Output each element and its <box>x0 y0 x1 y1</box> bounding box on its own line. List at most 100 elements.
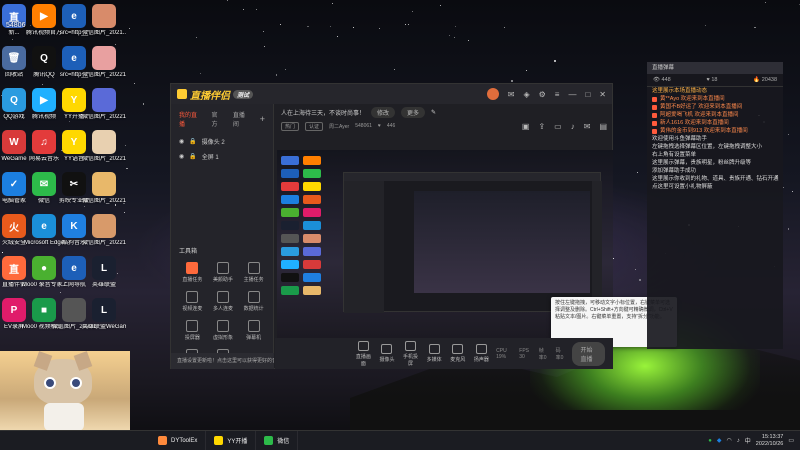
share-icon[interactable]: ⇪ <box>538 122 545 131</box>
star <box>126 168 128 170</box>
notification-icon[interactable]: ▭ <box>788 437 794 444</box>
tool-icon <box>247 262 260 274</box>
webcam-cat-avatar <box>0 351 130 431</box>
mini-app-icon <box>281 208 299 217</box>
fans-icon: ♥ 18 <box>706 77 718 83</box>
chat-message-text: 黄伟的金币到913 欢迎来到本直播间 <box>660 128 748 134</box>
taskbar-app[interactable]: YY开播 <box>206 430 257 450</box>
mini-app-icon <box>303 195 321 204</box>
wechat-tray-icon[interactable]: ● <box>708 438 712 444</box>
bottom-button[interactable]: 直播画面 <box>355 340 373 367</box>
eye-icon[interactable]: ◉ <box>179 153 184 160</box>
taskbar-app[interactable]: 微信 <box>256 430 299 450</box>
menu-icon[interactable]: ≡ <box>555 90 560 99</box>
minimize-icon[interactable]: — <box>568 90 576 99</box>
volume-icon[interactable]: ♪ <box>737 438 740 444</box>
bottom-button[interactable]: 麦克风 <box>449 344 467 363</box>
wifi-icon[interactable]: ◠ <box>727 437 732 444</box>
desktop-icon[interactable]: 微信图片_2022101... <box>82 46 126 79</box>
app-icon: L <box>92 256 116 280</box>
tab-room[interactable]: 直播间 <box>233 110 250 128</box>
start-live-button[interactable]: 开始直播 <box>572 341 606 366</box>
tool-item[interactable]: 直播任务 <box>177 262 208 283</box>
tool-item[interactable]: 视频连麦 <box>177 291 208 312</box>
clock-time: 15:13:37 <box>761 433 784 440</box>
chat-stat-viewers: 448 <box>661 77 671 83</box>
mini-app-icon <box>303 169 321 178</box>
system-tray: ● ◆ ◠ ♪ 中 15:13:37 2022/10/26 ▭ <box>708 434 800 448</box>
cart-icon[interactable]: ▣ <box>522 122 530 131</box>
eye-icon[interactable]: ◉ <box>179 138 184 145</box>
chat-header: 直播弹幕 <box>647 62 783 74</box>
tab-official[interactable]: 官方 <box>212 110 223 128</box>
version-tag: 测试 <box>233 89 254 99</box>
bottom-button[interactable]: 扬声器 <box>473 344 491 363</box>
tool-item[interactable]: 多人连麦 <box>208 291 239 312</box>
star <box>468 39 470 41</box>
maximize-icon[interactable]: □ <box>585 90 590 99</box>
chat-icon[interactable]: ✉ <box>584 122 591 131</box>
tool-item[interactable]: 弹幕机 <box>238 320 269 341</box>
taskbar-app[interactable]: DYToolEx <box>150 430 207 450</box>
chat-message: 阿超爱喝飞机 欢迎来到本直播间 <box>647 111 783 119</box>
user-avatar[interactable] <box>486 88 499 100</box>
clock[interactable]: 15:13:37 2022/10/26 <box>756 434 784 448</box>
edit-title-button[interactable]: 修改 <box>371 106 396 118</box>
tool-item[interactable]: 主播任务 <box>238 262 269 283</box>
shield-tray-icon[interactable]: ◆ <box>717 437 722 444</box>
edit-icon[interactable]: ✎ <box>431 109 436 116</box>
desktop-icon[interactable]: 微信图片_2022101... <box>82 214 126 247</box>
star <box>262 30 264 32</box>
star <box>405 23 407 25</box>
fans-icon: ♥ <box>377 123 381 129</box>
desktop-icon[interactable]: L 英雄联盟WeGame版 <box>82 298 126 331</box>
chat-message: 黄伟的金币到913 欢迎来到本直播间 <box>647 127 783 135</box>
perf-stat: 码率0 <box>555 347 564 361</box>
lock-icon[interactable]: 🔒 <box>189 153 196 160</box>
nested-preview-window <box>343 172 602 313</box>
star <box>765 2 766 3</box>
ime-indicator[interactable]: 中 <box>745 436 751 445</box>
bottom-button[interactable]: 多媒体 <box>425 344 443 363</box>
desktop-icon[interactable]: 微信图片_2021... <box>82 4 126 37</box>
desktop-icon[interactable]: 微信图片_2022101... <box>82 172 126 205</box>
mini-app-icon <box>303 208 321 217</box>
tool-item[interactable]: 数据统计 <box>238 291 269 312</box>
star <box>337 36 339 38</box>
app-logo: 直播伴侣 测试 <box>177 87 254 102</box>
taskbar-app-label: DYToolEx <box>171 437 198 444</box>
star <box>11 38 14 41</box>
tool-item[interactable]: 投屏器 <box>177 320 208 341</box>
add-icon[interactable]: + <box>260 114 265 124</box>
tool-item[interactable]: 美颜助手 <box>208 262 239 283</box>
star <box>83 206 85 208</box>
bell-icon[interactable]: ♪ <box>571 122 575 131</box>
chat-message-text: 黄国不B好运了 欢迎来到本直播间 <box>660 104 743 110</box>
stat-tag: 认证 <box>305 121 324 131</box>
left-footer-notice[interactable]: 直播设置更新啦！点击这里可以获得更好的音频 <box>171 353 274 369</box>
mini-app-icon <box>281 195 299 204</box>
taskbar-app-icon <box>214 436 224 445</box>
logo-text: 直播伴侣 <box>190 90 230 102</box>
desktop-icon[interactable]: L 英雄联盟 <box>82 256 126 289</box>
chat-message: 这里展示你收到的礼物、道具、贵族开通、钻石开通 <box>652 176 779 182</box>
bottom-button[interactable]: 摄像头 <box>378 344 396 363</box>
screen-icon[interactable]: ▭ <box>554 122 562 131</box>
close-icon[interactable]: ✕ <box>599 90 606 99</box>
gift-badge-icon <box>652 120 657 126</box>
settings-icon[interactable]: ⚙ <box>539 90 546 99</box>
gift-icon[interactable]: ◈ <box>523 90 529 99</box>
source-item[interactable]: ◉ 🔒 全屏 1 <box>171 149 273 164</box>
tool-item[interactable]: 虚拟形象 <box>208 320 239 341</box>
lock-icon[interactable]: 🔒 <box>189 138 196 145</box>
source-item[interactable]: ◉ 🔒 摄像头 2 <box>171 134 273 149</box>
bottom-button[interactable]: 手机投屏 <box>402 340 420 367</box>
bottom-button-label: 扬声器 <box>473 357 489 363</box>
desktop-icon[interactable]: 微信图片_2022101... <box>82 88 126 121</box>
desktop-icon[interactable]: 微信图片_2022101... <box>82 130 126 163</box>
tv-icon[interactable]: ▤ <box>599 122 607 131</box>
star <box>704 24 706 26</box>
tab-my-live[interactable]: 我的直播 <box>179 110 202 128</box>
mail-icon[interactable]: ✉ <box>508 90 515 99</box>
more-button[interactable]: 更多 <box>401 106 426 118</box>
